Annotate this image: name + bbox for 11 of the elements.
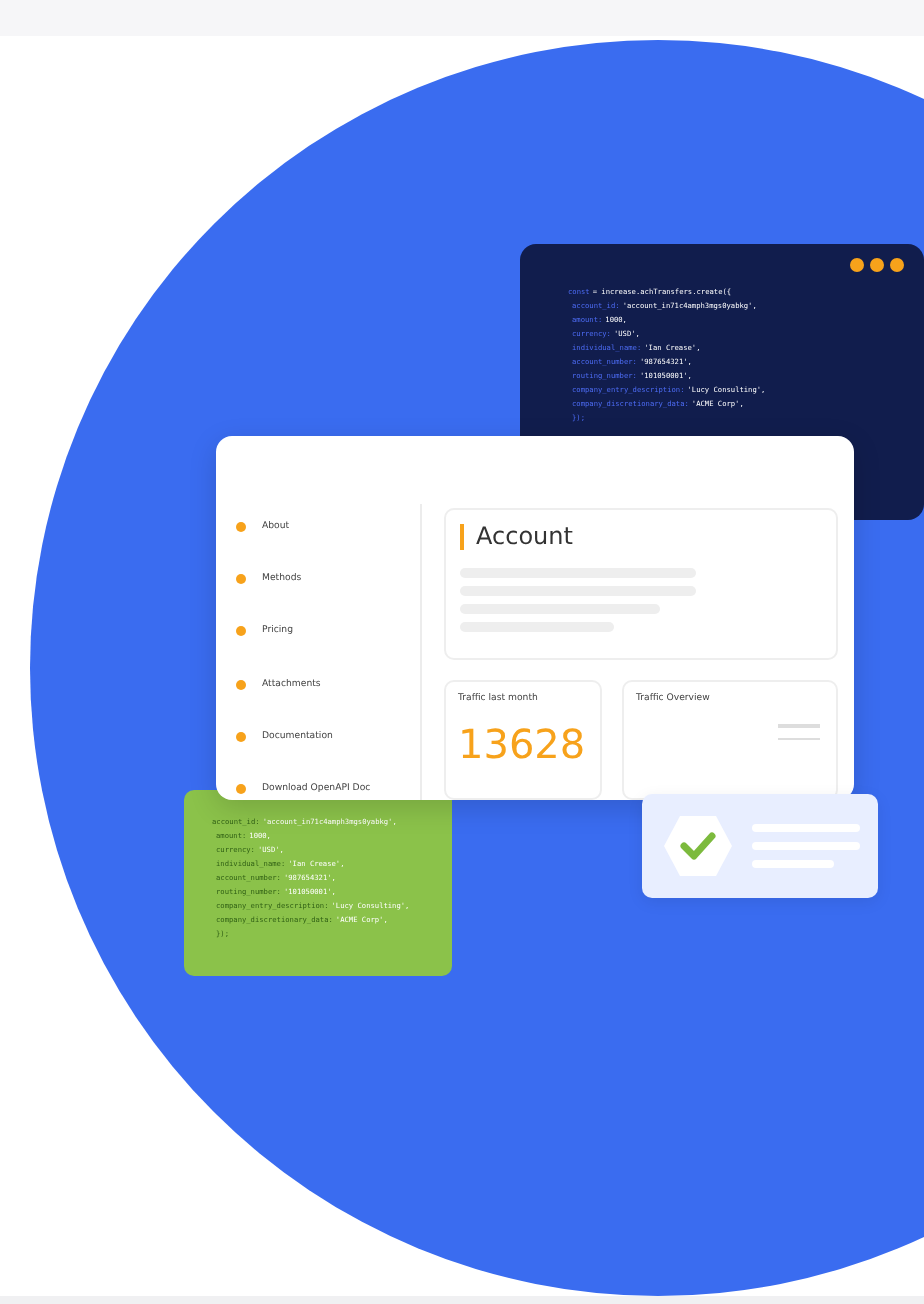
bullet-icon bbox=[236, 679, 246, 690]
traffic-value: 13628 bbox=[458, 722, 588, 766]
window-dots-icon bbox=[850, 258, 904, 272]
bullet-icon bbox=[236, 574, 246, 585]
bullet-icon bbox=[236, 731, 246, 742]
check-hexagon-icon bbox=[664, 816, 732, 876]
bullet-icon bbox=[236, 783, 246, 794]
bullet-icon bbox=[236, 522, 246, 533]
bullet-icon bbox=[236, 626, 246, 637]
legend-lines-icon bbox=[778, 724, 820, 740]
account-title: Account bbox=[460, 524, 822, 550]
